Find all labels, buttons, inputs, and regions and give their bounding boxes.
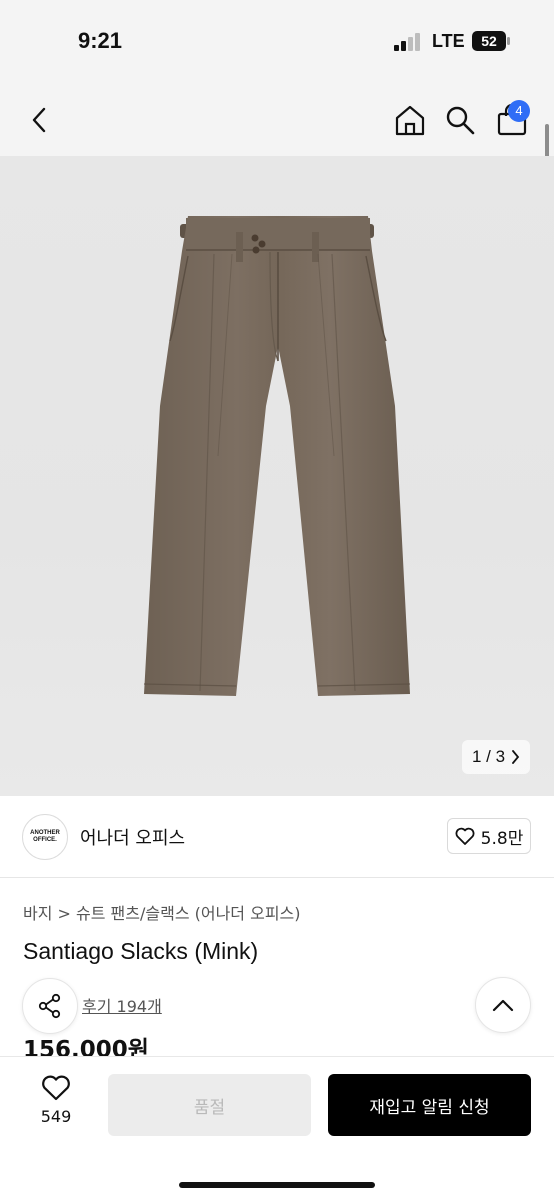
bottom-action-bar: 549 품절 재입고 알림 신청 — [0, 1056, 554, 1200]
status-time: 9:21 — [78, 28, 123, 53]
chevron-left-icon — [32, 107, 46, 133]
share-button[interactable] — [22, 978, 78, 1034]
product-image-gallery[interactable]: 1 / 3 — [0, 156, 554, 796]
battery-icon: 52 — [472, 31, 510, 51]
heart-icon — [42, 1075, 70, 1101]
network-label: LTE — [432, 31, 465, 51]
wishlist-count: 549 — [40, 1107, 72, 1126]
back-button[interactable] — [22, 102, 58, 138]
top-nav — [0, 84, 554, 156]
brand-row: ANOTHER OFFICE. 어나더 오피스 5.8만 — [0, 796, 554, 878]
pager-text: 1 / 3 — [471, 747, 506, 766]
share-icon — [38, 993, 61, 1019]
restock-alert-button[interactable]: 재입고 알림 신청 — [328, 1074, 531, 1136]
product-price: 156,000원 — [23, 1037, 149, 1056]
battery-level: 52 — [481, 33, 497, 49]
cart-count-badge: 4 — [508, 100, 530, 122]
brand-logo-line2: OFFICE. — [33, 837, 57, 843]
chevron-right-icon — [512, 750, 520, 764]
category-breadcrumb[interactable]: 바지 > 슈트 팬츠/슬랙스 (어나더 오피스) — [23, 900, 301, 924]
signal-icon — [394, 33, 420, 51]
gallery-pager[interactable]: 1 / 3 — [462, 740, 530, 774]
search-button[interactable] — [442, 102, 478, 138]
scroll-to-top-button[interactable] — [475, 977, 531, 1033]
product-title: Santiago Slacks (Mink) — [23, 938, 259, 964]
product-image — [143, 216, 411, 696]
brand-like-count: 5.8만 — [480, 828, 524, 849]
brand-name[interactable]: 어나더 오피스 — [80, 824, 185, 850]
chevron-up-icon — [492, 999, 514, 1012]
status-bar: 9:21 LTE 52 — [0, 0, 554, 84]
wishlist-button[interactable]: 549 — [30, 1075, 82, 1135]
home-indicator[interactable] — [179, 1182, 375, 1188]
search-icon — [446, 106, 475, 135]
brand-logo[interactable]: ANOTHER OFFICE. — [22, 814, 68, 860]
heart-icon — [455, 827, 475, 845]
soldout-button[interactable]: 품절 — [108, 1074, 311, 1136]
brand-like-button[interactable]: 5.8만 — [447, 818, 531, 854]
home-icon — [395, 105, 425, 136]
home-button[interactable] — [392, 102, 428, 138]
review-link[interactable]: 후기 194개 — [82, 993, 162, 1017]
brand-logo-line1: ANOTHER — [30, 830, 60, 836]
